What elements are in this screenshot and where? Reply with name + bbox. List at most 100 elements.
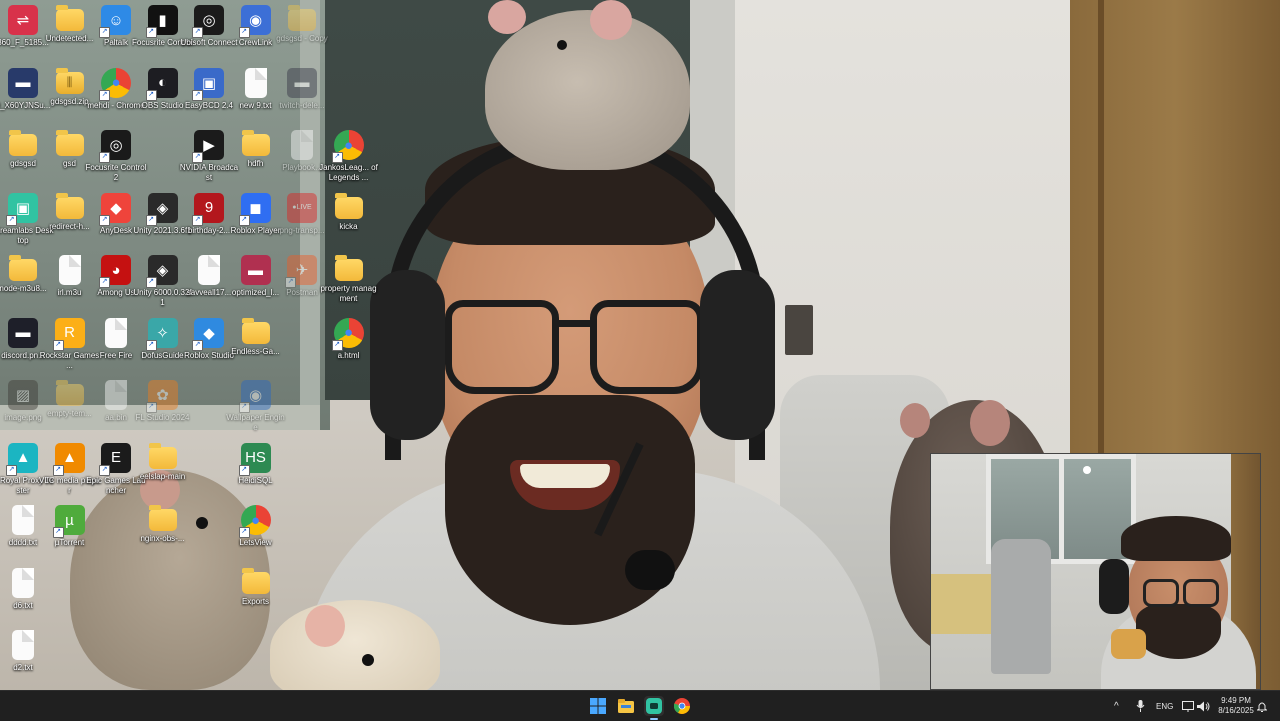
chrome-taskbar-button[interactable] [672,696,692,716]
desktop-icon-d2-txt[interactable]: d2.txt [0,627,54,689]
app-icon: ● ↗ [99,67,131,101]
shortcut-arrow-icon: ↗ [192,152,203,163]
folder-icon [55,380,84,406]
desktop-icon-jankosleag-of-legends[interactable]: ● ↗ JankosLeag... of Legends ... [318,127,380,189]
desktop-icon-fl-studio-2024[interactable]: ✿ ↗ FL Studio 2024 [132,377,194,439]
shortcut-arrow-icon: ↗ [192,89,203,101]
shortcut-arrow-icon: ↗ [145,214,157,226]
webcam-chair [991,539,1051,674]
webcam-person-hair [1121,516,1231,561]
wallpaper-rat-bottom [270,600,440,690]
folder-icon [55,192,84,219]
desktop-icon-kicka[interactable]: kicka [318,190,380,252]
folder-icon [9,255,37,281]
clock-button[interactable]: 9:49 PM 8/16/2025 [1215,691,1257,721]
wallpaper-rat-top-eye [557,40,567,50]
text-file-icon [58,255,81,285]
shortcut-arrow-icon: ↗ [99,27,110,38]
folder-icon [241,130,270,156]
desktop-icon-label: FL Studio 2024 [135,413,190,422]
wallpaper-rat-top-ear-l [488,0,526,34]
app-icon: ✿ ↗ [145,380,178,413]
text-file-icon [12,505,34,535]
wallpaper-outlet [785,305,813,355]
network-button[interactable] [1182,691,1194,721]
desktop-icon-gdsgsd-copy[interactable]: gdsgsd - Copy [271,2,333,64]
text-file-icon [198,255,220,285]
webcam-person-beard [1136,604,1221,659]
streamlabs-taskbar-button[interactable] [644,696,664,716]
network-icon [1182,700,1194,712]
desktop-icon-focusrite-control-2[interactable]: ◎ ↗ Focusrite Control 2 [85,127,147,189]
webcam-snack [1111,629,1146,659]
desktop-icon-eelslap-main[interactable]: eelslap-main [132,440,194,502]
desktop-icon-torrent[interactable]: µ ↗ µTorrent [39,502,101,564]
desktop-icon-heidisql[interactable]: HS ↗ HeidiSQL [225,440,287,502]
webcam-overlay [930,453,1261,690]
volume-button[interactable] [1197,691,1210,721]
app-icon: HS ↗ [238,442,271,476]
file-explorer-button[interactable] [616,696,636,716]
tray-overflow-button[interactable]: ^ [1114,691,1119,721]
app-icon: E ↗ [99,442,131,476]
wallpaper-person-teeth [520,464,610,488]
folder-icon [334,255,363,281]
app-icon: ▶ ↗ [192,130,224,163]
shortcut-arrow-icon: ↗ [99,152,110,163]
desktop-icon-exports[interactable]: Exports [225,565,287,627]
desktop-icon-letsview[interactable]: ● ↗ LetsView [225,502,287,564]
shortcut-arrow-icon: ↗ [145,277,157,288]
webcam-glasses-right [1183,579,1219,607]
app-icon: ◈ ↗ [145,255,178,288]
app-icon: ◎ ↗ [99,130,131,163]
webcam-ceiling-light [1083,466,1091,474]
desktop-icon-label: Among Us [97,288,135,297]
app-icon: ▲ ↗ [6,442,38,476]
desktop-icon-label: property managment [320,284,377,303]
image-thumbnail-icon: ▨ [8,380,38,410]
desktop-icon-endless-ga[interactable]: Endless-Ga... [225,315,287,377]
microphone-button[interactable] [1136,691,1145,721]
folder-icon [241,317,270,344]
desktop-icon-label: eelslap-main [139,471,186,481]
desktop-icon-wallpaper-engine[interactable]: ◉ ↗ Wallpaper Engine [225,377,287,439]
start-button[interactable] [588,696,608,716]
text-file-icon [105,317,127,348]
desktop-icon-label: nginx-obs-... [140,534,185,543]
speaker-icon [1197,701,1210,711]
shortcut-arrow-icon: ↗ [6,464,17,476]
wallpaper-earcup-right [700,270,775,440]
text-file-icon [291,130,313,160]
desktop-icon-label: kicka [339,221,358,231]
app-icon: ● ↗ [331,317,364,351]
desktop-icon-label: gdsgsd.zip [50,96,89,106]
app-icon: ● ↗ [238,505,271,538]
app-icon: ◉ ↗ [238,380,271,413]
folder-icon [288,5,316,31]
desktop-icon-property-managment[interactable]: property managment [318,252,380,314]
language-indicator[interactable]: ENG [1156,691,1173,721]
desktop-icon-label: Wallpaper Engine [226,413,285,432]
app-icon: ◎ ↗ [192,5,224,38]
app-icon: ✈ ↗ [285,255,317,288]
shortcut-arrow-icon: ↗ [238,402,250,413]
desktop-icon-label: aa.bin [105,413,127,422]
desktop-icon-label: gdsgsd - Copy [276,34,328,43]
desktop-icon-twitch-dele[interactable]: ▬ twitch-dele... [271,65,333,127]
desktop-icon-label: redirect-h... [49,221,90,231]
desktop-icon-d6-txt[interactable]: d6.txt [0,565,54,627]
app-icon: R ↗ [52,317,85,351]
desktop-icon-label: µTorrent [54,538,85,547]
app-icon: ✧ ↗ [145,317,178,351]
desktop-icon-a-html[interactable]: ● ↗ a.html [318,315,380,377]
image-thumbnail-icon: ▬ [8,67,38,98]
file-explorer-icon [618,699,634,713]
text-file-icon [12,630,34,660]
app-icon: ◐ ↗ [145,67,178,101]
desktop-icon-label: LetsView [239,538,272,547]
wallpaper-rat-top [485,10,690,170]
app-icon: ☺ ↗ [99,5,131,38]
desktop-icon-label: Focusrite Control 2 [85,163,147,182]
notifications-button[interactable] [1257,691,1267,721]
desktop-icon-nginx-obs[interactable]: nginx-obs-... [132,502,194,564]
